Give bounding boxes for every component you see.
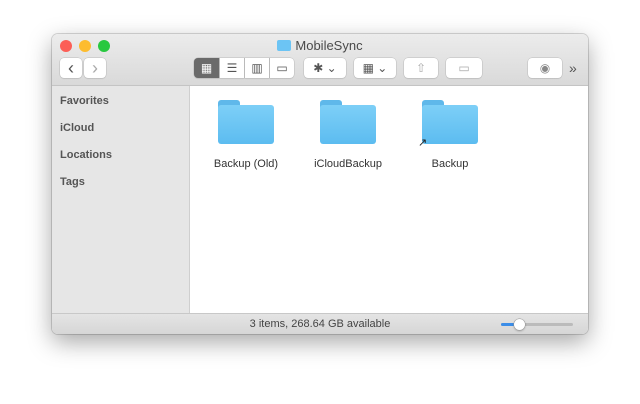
sidebar-section-tags[interactable]: Tags bbox=[60, 176, 85, 188]
folder-item[interactable]: Backup (Old) bbox=[201, 100, 291, 170]
folder-name: Backup (Old) bbox=[213, 158, 279, 170]
folder-icon bbox=[277, 40, 292, 51]
back-button[interactable]: ‹ bbox=[60, 58, 82, 78]
icon-size-slider[interactable] bbox=[501, 319, 573, 330]
folder-icon: ↗ bbox=[418, 100, 478, 149]
toolbar: MobileSync ‹ › ▦ ☰ ▥ ▭ ✱ ⌄ ▦ ⌄ ⇧ ▭ ◉ » bbox=[52, 34, 588, 86]
list-view-icon: ☰ bbox=[226, 61, 238, 75]
forward-button[interactable]: › bbox=[84, 58, 106, 78]
folder-item[interactable]: ↗ Backup bbox=[405, 100, 495, 170]
action-menu-button[interactable]: ✱ ⌄ bbox=[304, 58, 346, 78]
sidebar-section-locations[interactable]: Locations bbox=[60, 149, 112, 161]
folder-name: Backup bbox=[431, 158, 469, 170]
window-title-text: MobileSync bbox=[295, 38, 363, 53]
group-icon: ▦ ⌄ bbox=[362, 61, 388, 75]
column-view-icon: ▥ bbox=[251, 61, 263, 75]
sidebar-section-favorites[interactable]: Favorites bbox=[60, 95, 109, 107]
share-icon: ⇧ bbox=[415, 61, 427, 75]
eye-icon: ◉ bbox=[539, 61, 551, 75]
folder-name: iCloudBackup bbox=[314, 158, 382, 170]
tags-button[interactable]: ▭ bbox=[446, 58, 482, 78]
list-view-button[interactable]: ☰ bbox=[220, 58, 244, 78]
finder-window: MobileSync ‹ › ▦ ☰ ▥ ▭ ✱ ⌄ ▦ ⌄ ⇧ ▭ ◉ » F… bbox=[52, 34, 588, 334]
group-by-button[interactable]: ▦ ⌄ bbox=[354, 58, 396, 78]
gear-icon: ✱ ⌄ bbox=[313, 61, 337, 75]
toolbar-overflow-button[interactable]: » bbox=[569, 60, 577, 76]
window-title: MobileSync bbox=[52, 38, 588, 53]
status-bar: 3 items, 268.64 GB available bbox=[52, 313, 588, 334]
share-button[interactable]: ⇧ bbox=[404, 58, 438, 78]
folder-icon bbox=[320, 100, 376, 144]
folder-icon bbox=[218, 100, 274, 144]
sidebar-section-icloud[interactable]: iCloud bbox=[60, 122, 94, 134]
gallery-view-button[interactable]: ▭ bbox=[270, 58, 294, 78]
sidebar: Favorites iCloud Locations Tags bbox=[52, 86, 190, 313]
icon-view-button[interactable]: ▦ bbox=[194, 58, 219, 78]
folder-item[interactable]: iCloudBackup bbox=[303, 100, 393, 170]
alias-arrow-icon: ↗ bbox=[418, 137, 428, 149]
tag-icon: ▭ bbox=[458, 61, 470, 75]
quick-look-button[interactable]: ◉ bbox=[528, 58, 562, 78]
column-view-button[interactable]: ▥ bbox=[245, 58, 269, 78]
status-text: 3 items, 268.64 GB available bbox=[249, 318, 391, 330]
gallery-view-icon: ▭ bbox=[276, 61, 288, 75]
file-browser: Backup (Old) iCloudBackup ↗ Backup bbox=[191, 86, 588, 313]
icon-view-icon: ▦ bbox=[200, 61, 213, 75]
slider-knob[interactable] bbox=[514, 319, 525, 330]
